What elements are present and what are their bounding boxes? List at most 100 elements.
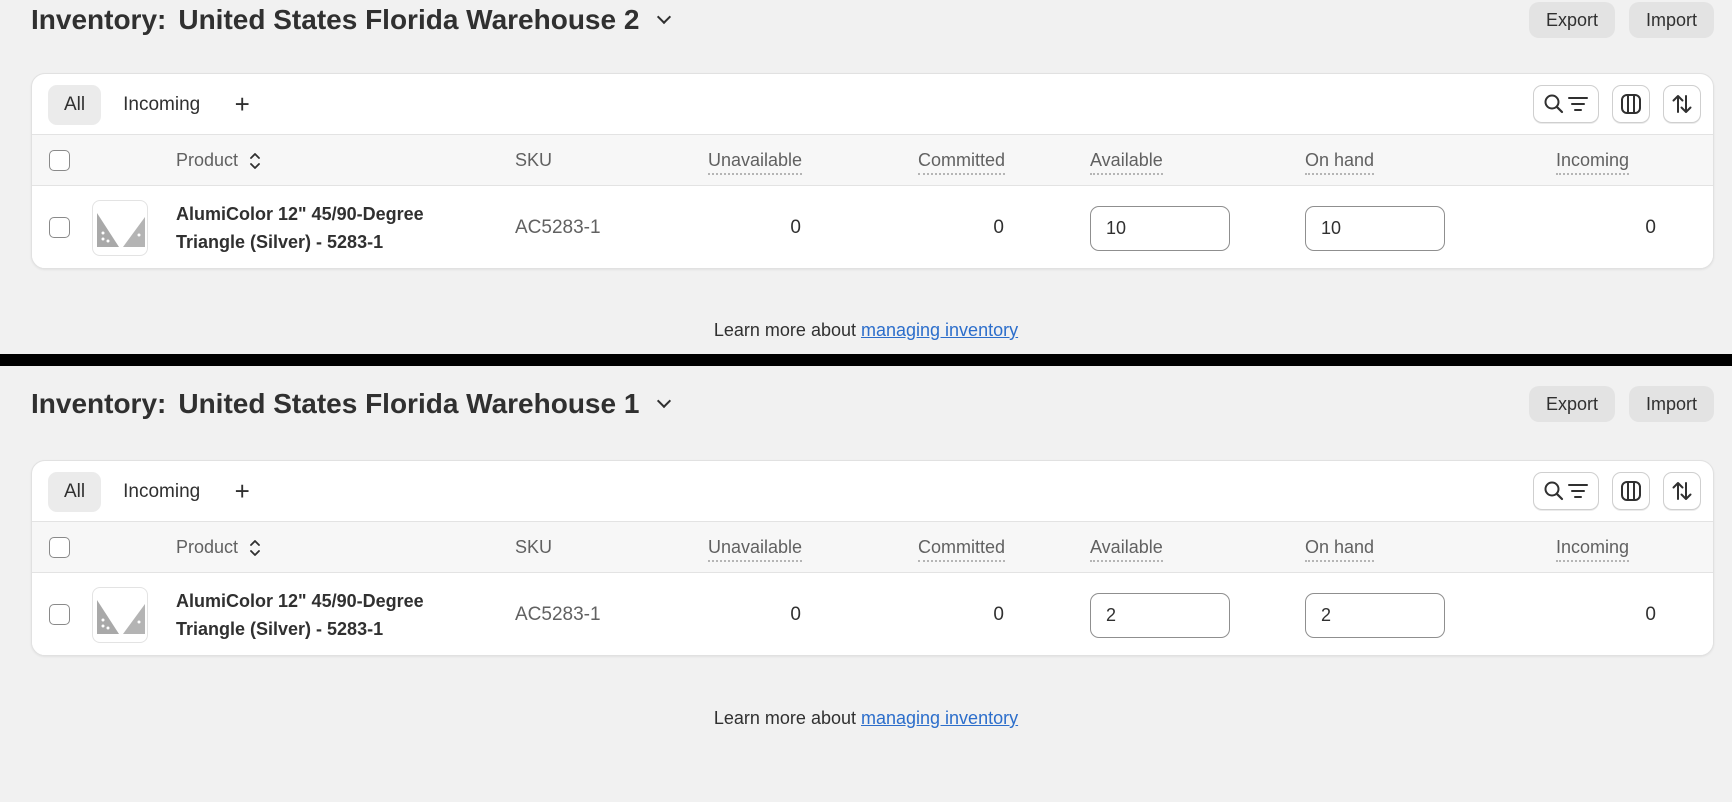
location-selector[interactable]: United States Florida Warehouse 1 [178, 384, 672, 424]
managing-inventory-link[interactable]: managing inventory [861, 320, 1018, 340]
column-unavailable[interactable]: Unavailable [708, 135, 803, 187]
table-row: AlumiColor 12" 45/90-Degree Triangle (Si… [32, 573, 1713, 655]
page-header: Inventory: United States Florida Warehou… [31, 0, 1714, 40]
location-name: United States Florida Warehouse 1 [178, 388, 640, 419]
column-committed[interactable]: Committed [918, 135, 1006, 187]
search-filter-button[interactable] [1533, 85, 1599, 123]
inventory-panel-warehouse-1: Inventory: United States Florida Warehou… [0, 366, 1732, 802]
available-input[interactable] [1090, 206, 1230, 251]
incoming-cell[interactable]: 0 [1596, 573, 1656, 655]
column-on-hand[interactable]: On hand [1305, 135, 1375, 187]
export-button[interactable]: Export [1528, 2, 1615, 38]
row-checkbox[interactable] [49, 604, 70, 625]
select-all-checkbox[interactable] [49, 150, 70, 171]
column-incoming[interactable]: Incoming [1556, 522, 1630, 574]
chevron-down-icon [657, 393, 672, 409]
unavailable-cell[interactable]: 0 [741, 186, 801, 268]
sort-arrows-icon [250, 153, 260, 170]
column-label: Committed [918, 150, 1006, 175]
tab-all[interactable]: All [48, 85, 102, 125]
plus-icon: + [234, 476, 250, 506]
columns-icon [1621, 481, 1641, 501]
column-label: Product [176, 537, 239, 557]
column-product[interactable]: Product [176, 135, 261, 187]
column-sku: SKU [515, 135, 552, 187]
table-header: Product SKU Unavailable Committed Availa… [32, 134, 1713, 186]
page-title: Inventory: United States Florida Warehou… [31, 384, 672, 424]
tab-all[interactable]: All [48, 472, 102, 512]
search-filter-icon [1544, 481, 1588, 501]
title-prefix: Inventory: [31, 388, 167, 419]
unavailable-cell[interactable]: 0 [741, 573, 801, 655]
product-thumbnail[interactable] [92, 200, 148, 256]
product-name-link[interactable]: AlumiColor 12" 45/90-Degree Triangle (Si… [176, 587, 496, 643]
product-name-link[interactable]: AlumiColor 12" 45/90-Degree Triangle (Si… [176, 200, 496, 256]
import-button[interactable]: Import [1628, 2, 1714, 38]
incoming-cell[interactable]: 0 [1596, 186, 1656, 268]
committed-cell[interactable]: 0 [944, 573, 1004, 655]
on-hand-input[interactable] [1305, 206, 1445, 251]
column-label: SKU [515, 537, 553, 557]
export-button[interactable]: Export [1528, 386, 1615, 422]
screenshot-divider [0, 354, 1732, 366]
view-tabs: All Incoming + [48, 85, 262, 125]
managing-inventory-link[interactable]: managing inventory [861, 708, 1018, 728]
table-row: AlumiColor 12" 45/90-Degree Triangle (Si… [32, 186, 1713, 268]
view-tabs: All Incoming + [48, 472, 262, 512]
column-label: Committed [918, 537, 1006, 562]
chevron-down-icon [657, 9, 672, 25]
column-on-hand[interactable]: On hand [1305, 522, 1375, 574]
add-view-button[interactable]: + [222, 472, 262, 512]
available-input[interactable] [1090, 593, 1230, 638]
sku-cell: AC5283-1 [515, 604, 601, 625]
row-checkbox[interactable] [49, 217, 70, 238]
sort-button[interactable] [1663, 472, 1701, 510]
column-label: On hand [1305, 150, 1375, 175]
title-prefix: Inventory: [31, 4, 167, 35]
columns-icon [1621, 94, 1641, 114]
column-committed[interactable]: Committed [918, 522, 1006, 574]
learn-more-footer: Learn more about managing inventory [0, 320, 1732, 341]
product-thumbnail[interactable] [92, 587, 148, 643]
sort-icon [1672, 482, 1692, 500]
learn-more-text: Learn more about [713, 320, 861, 340]
tab-incoming[interactable]: Incoming [107, 472, 216, 512]
plus-icon: + [234, 89, 250, 119]
column-label: SKU [515, 150, 553, 170]
column-label: On hand [1305, 537, 1375, 562]
search-filter-icon [1544, 94, 1588, 114]
tab-incoming[interactable]: Incoming [107, 85, 216, 125]
inventory-panel-warehouse-2: Inventory: United States Florida Warehou… [0, 0, 1732, 354]
select-all-checkbox[interactable] [49, 537, 70, 558]
columns-button[interactable] [1612, 85, 1650, 123]
sort-icon [1672, 95, 1692, 113]
column-label: Unavailable [708, 150, 803, 175]
column-available[interactable]: Available [1090, 135, 1163, 187]
column-product[interactable]: Product [176, 522, 261, 574]
triangle-product-image [97, 600, 145, 634]
page-header: Inventory: United States Florida Warehou… [31, 384, 1714, 424]
page-title: Inventory: United States Florida Warehou… [31, 0, 672, 40]
columns-button[interactable] [1612, 472, 1650, 510]
location-name: United States Florida Warehouse 2 [178, 4, 640, 35]
column-label: Available [1090, 537, 1163, 562]
product-name-line: Triangle (Silver) - 5283-1 [176, 232, 384, 252]
table-header: Product SKU Unavailable Committed Availa… [32, 521, 1713, 573]
add-view-button[interactable]: + [222, 85, 262, 125]
inventory-table-card: All Incoming + Product SKU Unavailable C… [31, 460, 1714, 656]
search-filter-button[interactable] [1533, 472, 1599, 510]
column-incoming[interactable]: Incoming [1556, 135, 1630, 187]
sort-button[interactable] [1663, 85, 1701, 123]
column-label: Available [1090, 150, 1163, 175]
committed-cell[interactable]: 0 [944, 186, 1004, 268]
location-selector[interactable]: United States Florida Warehouse 2 [178, 0, 672, 40]
on-hand-input[interactable] [1305, 593, 1445, 638]
import-button[interactable]: Import [1628, 386, 1714, 422]
column-sku: SKU [515, 522, 552, 574]
column-label: Product [176, 150, 239, 170]
column-label: Unavailable [708, 537, 803, 562]
column-available[interactable]: Available [1090, 522, 1163, 574]
column-unavailable[interactable]: Unavailable [708, 522, 803, 574]
table-tools [1520, 472, 1701, 510]
sku-cell: AC5283-1 [515, 217, 601, 238]
